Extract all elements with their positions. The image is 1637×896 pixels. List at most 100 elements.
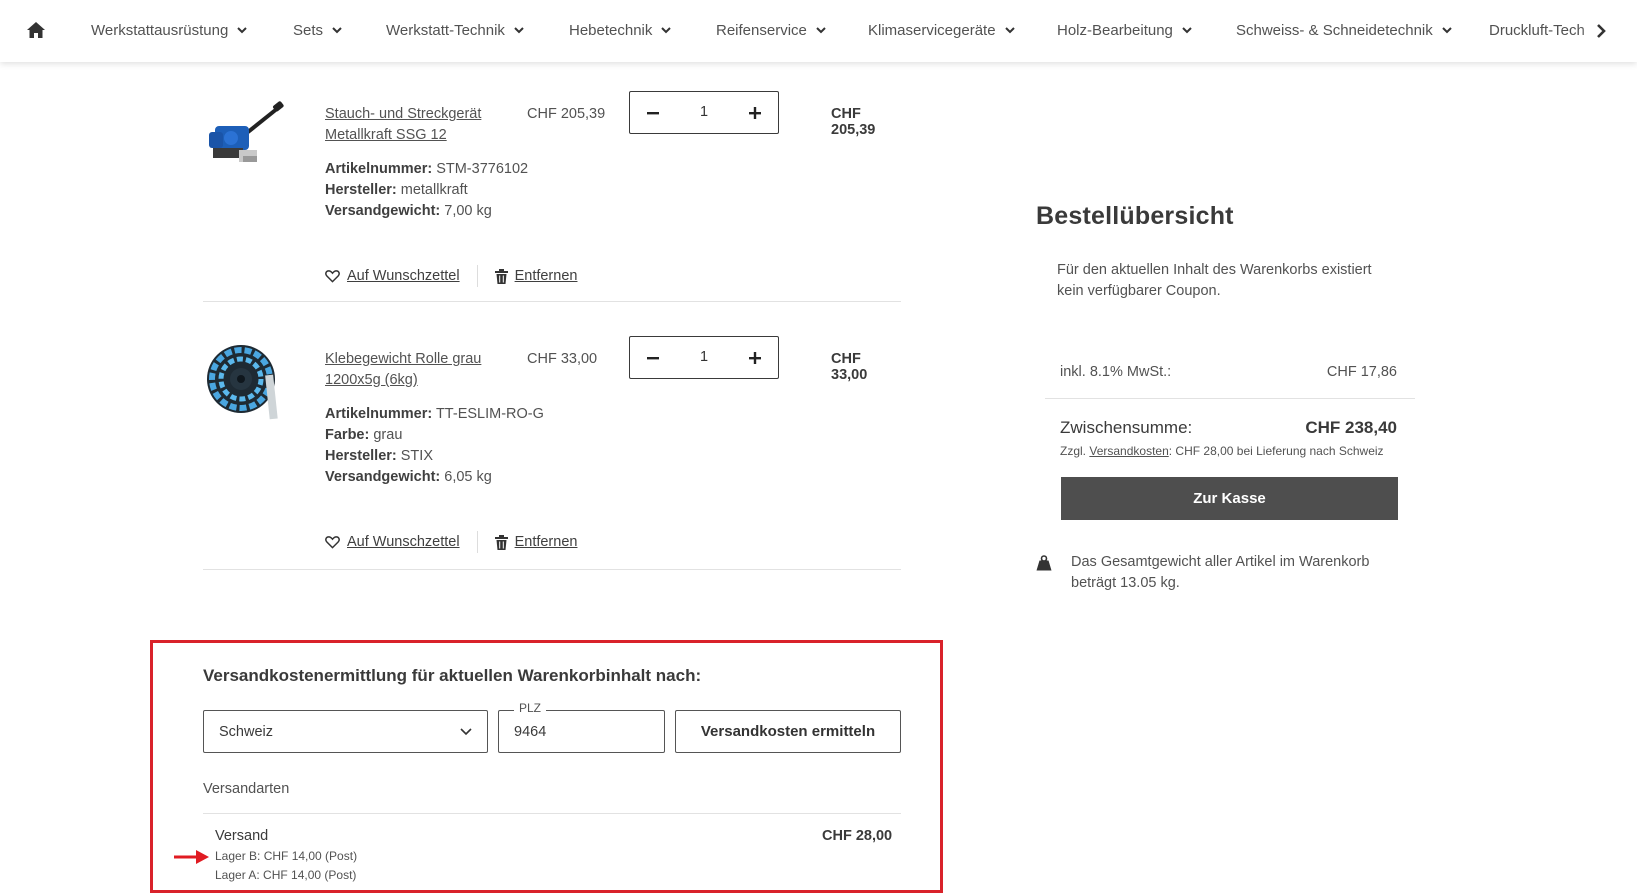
attribute-value: TT-ESLIM-RO-G bbox=[435, 406, 544, 422]
weight-icon bbox=[1036, 555, 1052, 571]
attribute-label: Hersteller: bbox=[325, 448, 397, 464]
postal-code-value: 9464 bbox=[514, 723, 547, 740]
calculate-shipping-button[interactable]: Versandkosten ermitteln bbox=[675, 710, 901, 753]
nav-item-label: Werkstattausrüstung bbox=[91, 21, 229, 39]
nav-item-hebetechnik[interactable]: Hebetechnik bbox=[569, 20, 672, 40]
attribute-label: Artikelnummer: bbox=[325, 406, 433, 422]
remove-label: Entfernen bbox=[514, 534, 578, 550]
quantity-input[interactable]: 1 bbox=[676, 92, 732, 133]
item-divider bbox=[203, 569, 901, 570]
home-icon[interactable] bbox=[26, 20, 46, 40]
attribute-value: 7,00 kg bbox=[444, 203, 492, 219]
coupon-notice: Für den aktuellen Inhalt des Warenkorbs … bbox=[1057, 262, 1372, 299]
add-to-wishlist-button[interactable]: Auf Wunschzettel bbox=[325, 534, 460, 550]
chevron-down-icon bbox=[1004, 26, 1015, 33]
increase-quantity-button[interactable] bbox=[732, 337, 778, 378]
product-image[interactable] bbox=[203, 333, 287, 423]
vat-value: CHF 17,86 bbox=[1326, 364, 1397, 380]
product-image[interactable] bbox=[203, 98, 287, 188]
chevron-down-icon bbox=[1182, 26, 1192, 33]
attribute-manufacturer: Hersteller: metallkraft bbox=[325, 180, 468, 201]
add-to-wishlist-button[interactable]: Auf Wunschzettel bbox=[325, 268, 460, 284]
chevron-down-icon bbox=[514, 26, 524, 33]
shipping-costs-link[interactable]: Versandkosten bbox=[1089, 444, 1168, 458]
trash-icon bbox=[494, 268, 508, 284]
heart-icon bbox=[325, 270, 340, 283]
nav-item-label: Reifenservice bbox=[716, 21, 807, 39]
attribute-label: Versandgewicht: bbox=[325, 469, 441, 485]
action-divider bbox=[476, 265, 478, 287]
attribute-value: grau bbox=[373, 427, 403, 443]
chevron-down-icon bbox=[460, 727, 472, 735]
unit-price: CHF 33,00 bbox=[527, 351, 598, 367]
attribute-value: STM-3776102 bbox=[436, 161, 529, 177]
nav-item-schweiss-schneidetechnik[interactable]: Schweiss- & Schneidetechnik bbox=[1236, 20, 1452, 40]
increase-quantity-button[interactable] bbox=[732, 92, 778, 133]
attribute-manufacturer: Hersteller: STIX bbox=[325, 446, 433, 467]
nav-item-label: Holz-Bearbeitung bbox=[1057, 21, 1173, 39]
wishlist-label: Auf Wunschzettel bbox=[347, 268, 460, 284]
vat-label: inkl. 8.1% MwSt.: bbox=[1060, 364, 1172, 380]
chevron-down-icon bbox=[661, 26, 672, 33]
quantity-stepper: 1 bbox=[629, 336, 779, 379]
summary-divider bbox=[1045, 398, 1415, 399]
shipping-note-suffix: : CHF 28,00 bei Lieferung nach Schweiz bbox=[1168, 444, 1384, 458]
minus-icon bbox=[647, 356, 659, 359]
heart-icon bbox=[325, 536, 340, 549]
nav-item-sets[interactable]: Sets bbox=[293, 20, 342, 40]
remove-label: Entfernen bbox=[514, 268, 578, 284]
product-title-link[interactable]: Klebegewicht Rolle grau 1200x5g (6kg) bbox=[325, 349, 515, 391]
quantity-input[interactable]: 1 bbox=[676, 337, 732, 378]
checkout-button[interactable]: Zur Kasse bbox=[1061, 477, 1398, 520]
shipping-divider bbox=[203, 813, 901, 814]
nav-item-holz-bearbeitung[interactable]: Holz-Bearbeitung bbox=[1057, 20, 1192, 40]
chevron-down-icon bbox=[237, 26, 248, 33]
attribute-value: metallkraft bbox=[400, 182, 468, 198]
chevron-right-icon bbox=[1597, 24, 1606, 38]
total-weight-notice: Das Gesamtgewicht aller Artikel im Waren… bbox=[1071, 554, 1370, 591]
plus-icon bbox=[749, 106, 761, 119]
attribute-label: Hersteller: bbox=[325, 182, 397, 198]
minus-icon bbox=[647, 111, 659, 114]
nav-item-label: Schweiss- & Schneidetechnik bbox=[1236, 21, 1433, 39]
cart-item: Klebegewicht Rolle grau 1200x5g (6kg) CH… bbox=[203, 336, 901, 561]
nav-item-druckluft-technik[interactable]: Druckluft-Tech bbox=[1489, 20, 1585, 40]
order-summary-title: Bestellübersicht bbox=[1036, 202, 1234, 230]
plus-icon bbox=[749, 351, 761, 364]
wishlist-label: Auf Wunschzettel bbox=[347, 534, 460, 550]
shipping-estimate-title: Versandkostenermittlung für aktuellen Wa… bbox=[203, 666, 702, 685]
postal-code-label: PLZ bbox=[514, 701, 547, 715]
cart-item: Stauch- und Streckgerät Metallkraft SSG … bbox=[203, 91, 901, 296]
nav-item-label: Druckluft-Tech bbox=[1489, 21, 1585, 39]
attribute-article-number: Artikelnummer: TT-ESLIM-RO-G bbox=[325, 404, 544, 425]
shipping-methods-label: Versandarten bbox=[203, 781, 290, 797]
line-total: CHF 33,00 bbox=[831, 351, 868, 383]
item-actions: Auf Wunschzettel Entfernen bbox=[325, 265, 577, 287]
nav-item-werkstattausruestung[interactable]: Werkstattausrüstung bbox=[91, 20, 248, 40]
country-select-value: Schweiz bbox=[219, 723, 273, 740]
decrease-quantity-button[interactable] bbox=[630, 337, 676, 378]
product-title-link[interactable]: Stauch- und Streckgerät Metallkraft SSG … bbox=[325, 104, 515, 146]
postal-code-input[interactable]: 9464 bbox=[498, 710, 665, 753]
main-navigation: Werkstattausrüstung Sets Werkstatt-Techn… bbox=[0, 0, 1637, 62]
nav-item-label: Klimaservicegeräte bbox=[868, 21, 996, 39]
nav-item-label: Hebetechnik bbox=[569, 21, 653, 39]
nav-item-reifenservice[interactable]: Reifenservice bbox=[716, 20, 826, 40]
trash-icon bbox=[494, 534, 508, 550]
nav-scroll-right[interactable] bbox=[1580, 0, 1637, 62]
arrow-right-icon bbox=[174, 850, 209, 864]
shipping-method-name: Versand bbox=[215, 828, 269, 844]
nav-item-klimaservicegeraete[interactable]: Klimaservicegeräte bbox=[868, 20, 1015, 40]
subtotal-label: Zwischensumme: bbox=[1060, 418, 1193, 437]
nav-item-label: Werkstatt-Technik bbox=[386, 21, 505, 39]
decrease-quantity-button[interactable] bbox=[630, 92, 676, 133]
shipping-cost-note: Zzgl. Versandkosten: CHF 28,00 bei Liefe… bbox=[1060, 444, 1384, 458]
remove-item-button[interactable]: Entfernen bbox=[494, 534, 578, 550]
attribute-shipping-weight: Versandgewicht: 6,05 kg bbox=[325, 467, 492, 488]
nav-item-werkstatt-technik[interactable]: Werkstatt-Technik bbox=[386, 20, 524, 40]
country-select[interactable]: Schweiz bbox=[203, 710, 488, 753]
attribute-label: Artikelnummer: bbox=[325, 161, 433, 177]
remove-item-button[interactable]: Entfernen bbox=[494, 268, 578, 284]
chevron-down-icon bbox=[1442, 26, 1452, 33]
attribute-shipping-weight: Versandgewicht: 7,00 kg bbox=[325, 201, 492, 222]
